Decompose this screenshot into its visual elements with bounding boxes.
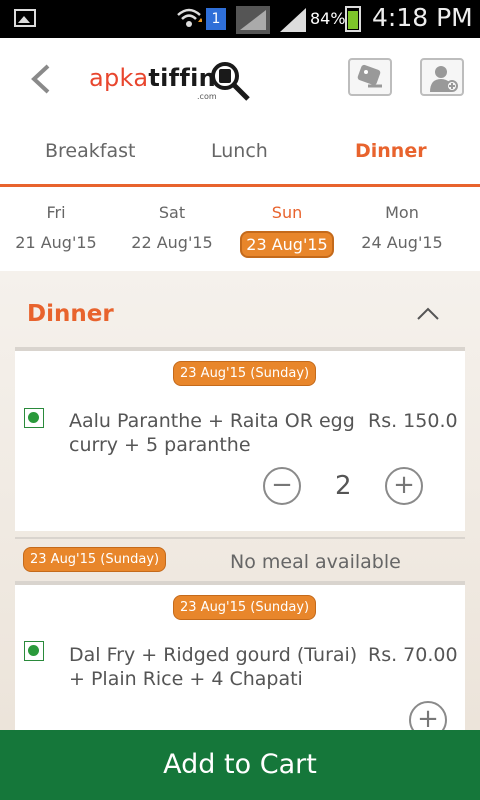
day-date: 22 Aug'15 [131, 233, 213, 252]
sim-icon: 1 [206, 8, 226, 30]
battery-icon [345, 6, 361, 32]
logo-text: apkatiffin [89, 64, 216, 92]
tab-lunch[interactable]: Lunch [211, 140, 268, 162]
day-sun[interactable]: Sun 23 Aug'15 [232, 203, 342, 258]
day-date: 24 Aug'15 [361, 233, 443, 252]
day-mon[interactable]: Mon 24 Aug'15 [347, 203, 457, 254]
day-selector: Fri 21 Aug'15 Sat 22 Aug'15 Sun 23 Aug'1… [0, 187, 480, 271]
decrease-quantity-button[interactable]: − [263, 467, 301, 505]
collapse-chevron-icon[interactable] [416, 305, 440, 321]
item-line: Dal Fry + Ridged gourd (Turai) [69, 644, 358, 666]
signal-icon [236, 6, 270, 34]
item-line: curry + 5 paranthe [69, 434, 251, 456]
day-sat[interactable]: Sat 22 Aug'15 [117, 203, 227, 254]
menu-card: 23 Aug'15 (Sunday) Aalu Paranthe + Raita… [15, 347, 465, 531]
quantity-value: 2 [335, 471, 352, 501]
wifi-icon [176, 6, 204, 35]
offers-button[interactable] [348, 58, 392, 96]
day-fri[interactable]: Fri 21 Aug'15 [1, 203, 111, 254]
status-time: 4:18 PM [372, 3, 473, 32]
back-arrow-icon[interactable] [26, 64, 56, 94]
no-meal-text: No meal available [230, 551, 401, 573]
apkatiffin-logo: apkatiffin .com [89, 58, 259, 108]
increase-quantity-button[interactable]: + [409, 701, 447, 730]
menu-card: 23 Aug'15 (Sunday) Dal Fry + Ridged gour… [15, 581, 465, 730]
day-name: Mon [385, 203, 419, 222]
day-name: Fri [46, 203, 66, 222]
date-badge: 23 Aug'15 (Sunday) [23, 547, 167, 572]
tab-dinner[interactable]: Dinner [355, 140, 427, 162]
app-header: apkatiffin .com [0, 38, 480, 123]
day-name: Sun [271, 203, 303, 222]
item-line: + Plain Rice + 4 Chapati [69, 668, 303, 690]
magnifier-icon [211, 62, 250, 101]
gallery-notification-icon [14, 9, 36, 27]
logo-left: apka [89, 64, 149, 92]
profile-button[interactable] [420, 58, 464, 96]
logo-right: tiffin [148, 64, 217, 92]
meal-tabs: Breakfast Lunch Dinner [0, 122, 480, 187]
day-name: Sat [158, 203, 186, 222]
menu-content: Dinner 23 Aug'15 (Sunday) Aalu Paranthe … [0, 271, 480, 730]
day-date: 21 Aug'15 [15, 233, 97, 252]
section-title: Dinner [27, 301, 114, 327]
menu-item-name: Dal Fry + Ridged gourd (Turai) + Plain R… [69, 643, 357, 691]
day-date-selected: 23 Aug'15 [240, 231, 334, 258]
menu-item-name: Aalu Paranthe + Raita OR egg curry + 5 p… [69, 409, 355, 457]
date-badge: 23 Aug'15 (Sunday) [173, 595, 317, 620]
item-line: Aalu Paranthe + Raita OR egg [69, 410, 355, 432]
tag-icon [357, 64, 382, 88]
add-to-cart-button[interactable]: Add to Cart [0, 730, 480, 800]
veg-indicator-icon [24, 641, 44, 661]
menu-item-price: Rs. 70.00 [368, 644, 458, 666]
status-bar: 1 84% 4:18 PM [0, 0, 480, 38]
signal-strength-icon [280, 8, 306, 32]
battery-percent: 84% [310, 9, 346, 28]
date-badge: 23 Aug'15 (Sunday) [173, 361, 317, 386]
tab-breakfast[interactable]: Breakfast [45, 140, 135, 162]
increase-quantity-button[interactable]: + [385, 467, 423, 505]
add-user-icon [430, 66, 458, 92]
veg-indicator-icon [24, 408, 44, 428]
menu-item-price: Rs. 150.0 [368, 410, 458, 432]
